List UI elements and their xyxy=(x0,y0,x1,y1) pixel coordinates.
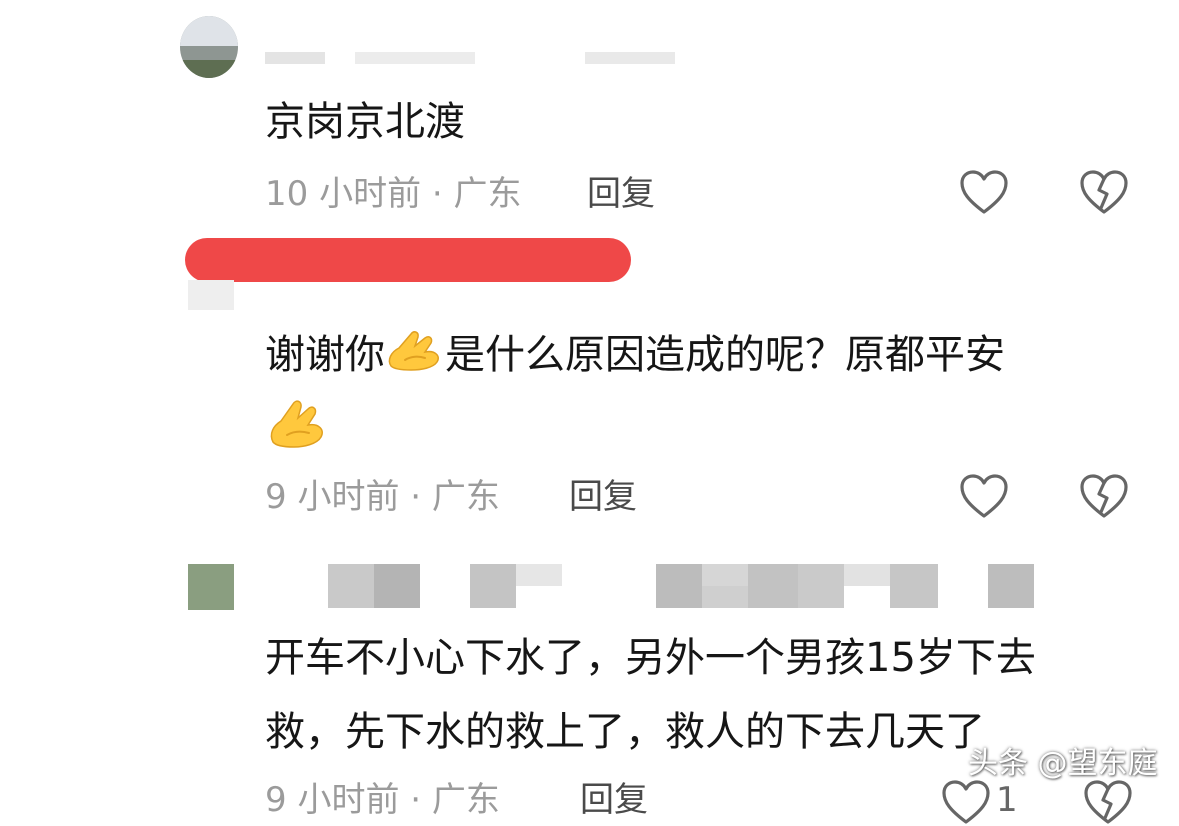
reply-button[interactable]: 回复 xyxy=(569,477,637,517)
meta-separator: · xyxy=(410,477,422,517)
comment-meta: 9 小时前 · 广东 xyxy=(265,477,500,517)
comment-location: 广东 xyxy=(453,174,522,214)
watermark: 头条 @望东庭 xyxy=(968,746,1158,781)
comment-time: 9 小时前 xyxy=(265,477,400,517)
reply-button[interactable]: 回复 xyxy=(580,780,648,820)
comment-3: 开车不小心下水了，另外一个男孩15岁下去 救，先下水的救上了，救人的下去几天了 … xyxy=(0,540,1179,824)
comment-time: 9 小时前 xyxy=(265,780,400,820)
comment-location: 广东 xyxy=(431,477,500,517)
blurred-username xyxy=(265,52,695,64)
avatar[interactable] xyxy=(180,16,238,78)
broken-heart-icon[interactable] xyxy=(1078,168,1130,216)
comment-2: 谢谢你 是什么原因造成的呢？原都平安 9 小时前 · 广东 回复 xyxy=(0,230,1179,540)
heart-outline-icon[interactable] xyxy=(958,472,1010,520)
comment-text-start: 谢谢你 xyxy=(265,332,385,378)
comment-meta: 9 小时前 · 广东 xyxy=(265,780,500,820)
meta-separator: · xyxy=(431,174,443,214)
pinched-fingers-emoji xyxy=(385,326,445,389)
comment-location: 广东 xyxy=(431,780,500,820)
comment-1: 京岗京北渡 10 小时前 · 广东 回复 xyxy=(0,0,1179,230)
avatar[interactable] xyxy=(188,564,234,610)
pinched-fingers-emoji xyxy=(267,394,329,454)
reply-button[interactable]: 回复 xyxy=(587,174,655,214)
broken-heart-icon[interactable] xyxy=(1078,472,1130,520)
avatar[interactable] xyxy=(188,280,234,310)
comment-meta: 10 小时前 · 广东 xyxy=(265,174,522,214)
comment-text-end: 是什么原因造成的呢？原都平安 xyxy=(445,332,1005,378)
redaction-bar xyxy=(185,238,631,282)
comment-text-line-1: 开车不小心下水了，另外一个男孩15岁下去 xyxy=(265,635,1036,681)
heart-outline-icon[interactable] xyxy=(958,168,1010,216)
comment-text-line-2: 救，先下水的救上了，救人的下去几天了 xyxy=(265,709,985,755)
meta-separator: · xyxy=(410,780,422,820)
broken-heart-icon[interactable] xyxy=(1082,778,1134,826)
comment-text: 京岗京北渡 xyxy=(265,99,465,145)
comment-text: 谢谢你 是什么原因造成的呢？原都平安 xyxy=(265,325,1005,389)
comment-time: 10 小时前 xyxy=(265,174,422,214)
heart-outline-icon[interactable] xyxy=(940,778,992,826)
like-count: 1 xyxy=(996,780,1018,820)
